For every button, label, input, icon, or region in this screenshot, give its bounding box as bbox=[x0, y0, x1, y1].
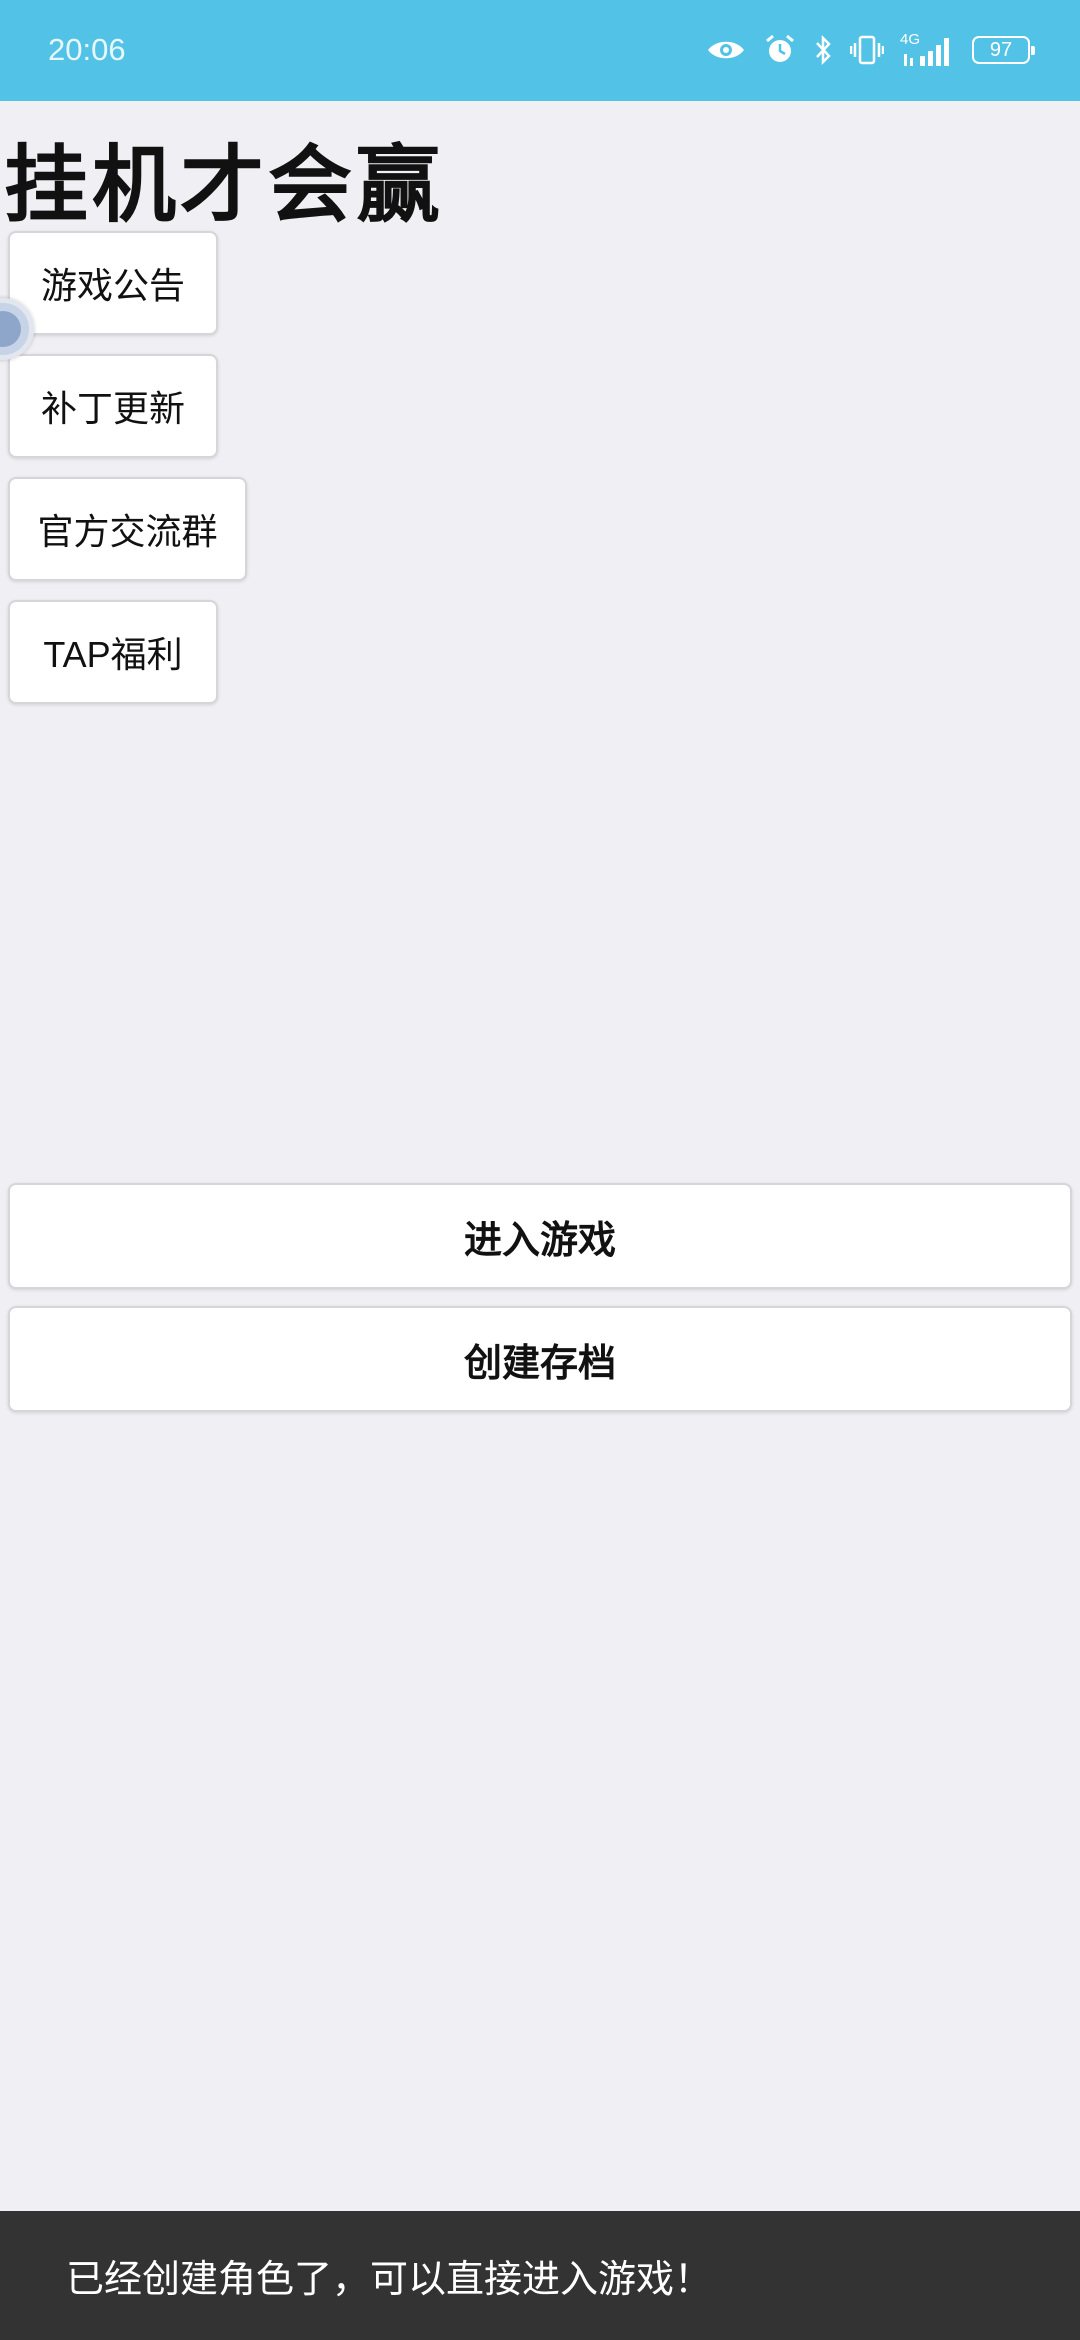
tap-welfare-button[interactable]: TAP福利 bbox=[8, 600, 218, 704]
toast-message: 已经创建角色了，可以直接进入游戏！ bbox=[0, 2211, 1080, 2340]
enter-game-button[interactable]: 进入游戏 bbox=[8, 1183, 1072, 1289]
patch-update-button[interactable]: 补丁更新 bbox=[8, 354, 218, 458]
status-time: 20:06 bbox=[48, 32, 126, 67]
game-notice-button[interactable]: 游戏公告 bbox=[8, 231, 218, 335]
vibrate-icon bbox=[850, 35, 884, 65]
status-bar: 20:06 4G 97 bbox=[0, 0, 1080, 101]
status-icons: 4G 97 bbox=[706, 30, 1035, 70]
battery-icon: 97 bbox=[972, 36, 1035, 64]
toast-text: 已经创建角色了，可以直接进入游戏！ bbox=[66, 2257, 713, 2301]
create-save-button[interactable]: 创建存档 bbox=[8, 1306, 1072, 1412]
page-title: 挂机才会赢 bbox=[4, 135, 445, 234]
bluetooth-icon bbox=[816, 35, 831, 65]
battery-level: 97 bbox=[989, 38, 1013, 61]
signal-icon bbox=[904, 38, 949, 66]
alarm-icon bbox=[766, 34, 794, 62]
signal-indicator: 4G bbox=[900, 32, 954, 66]
eye-icon bbox=[708, 41, 744, 59]
official-group-button[interactable]: 官方交流群 bbox=[8, 477, 247, 581]
